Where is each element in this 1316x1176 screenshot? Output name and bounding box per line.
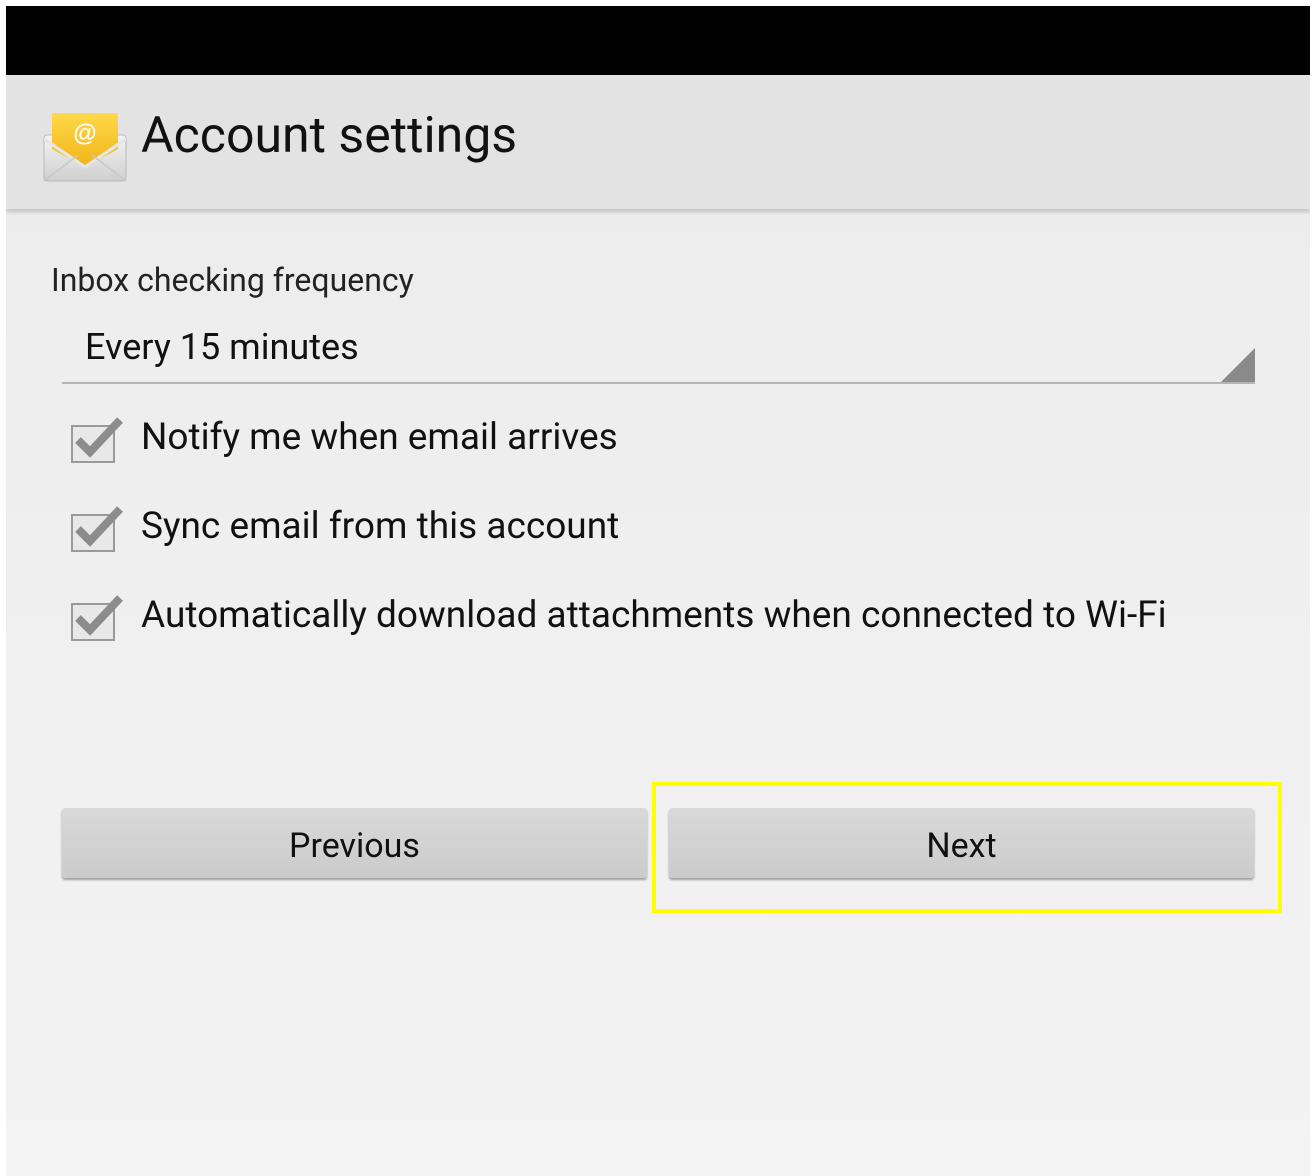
screen: @ Account settings Inbox checking freque… — [6, 6, 1310, 1176]
sync-label: Sync email from this account — [141, 505, 620, 548]
checkbox-icon[interactable] — [70, 503, 124, 553]
notify-option[interactable]: Notify me when email arrives — [66, 408, 1246, 472]
checkbox-icon[interactable] — [70, 414, 124, 464]
frequency-spinner[interactable]: Every 15 minutes — [62, 316, 1255, 384]
page-title: Account settings — [141, 107, 518, 165]
action-bar: @ Account settings — [6, 75, 1310, 209]
previous-button[interactable]: Previous — [62, 808, 647, 878]
frequency-value: Every 15 minutes — [85, 326, 359, 368]
download-attachments-label: Automatically download attachments when … — [141, 594, 1167, 637]
checkbox-icon[interactable] — [70, 592, 124, 642]
next-button[interactable]: Next — [669, 808, 1254, 878]
status-bar — [6, 6, 1310, 75]
previous-button-label: Previous — [289, 826, 420, 866]
spinner-arrow-icon — [1221, 348, 1255, 382]
sync-option[interactable]: Sync email from this account — [66, 497, 1246, 561]
next-button-label: Next — [926, 826, 997, 866]
device-frame: @ Account settings Inbox checking freque… — [0, 0, 1316, 1176]
at-symbol: @ — [73, 120, 96, 147]
notify-label: Notify me when email arrives — [141, 416, 618, 459]
email-app-icon: @ — [42, 105, 128, 183]
download-attachments-option[interactable]: Automatically download attachments when … — [66, 586, 1246, 650]
frequency-label: Inbox checking frequency — [51, 261, 414, 299]
